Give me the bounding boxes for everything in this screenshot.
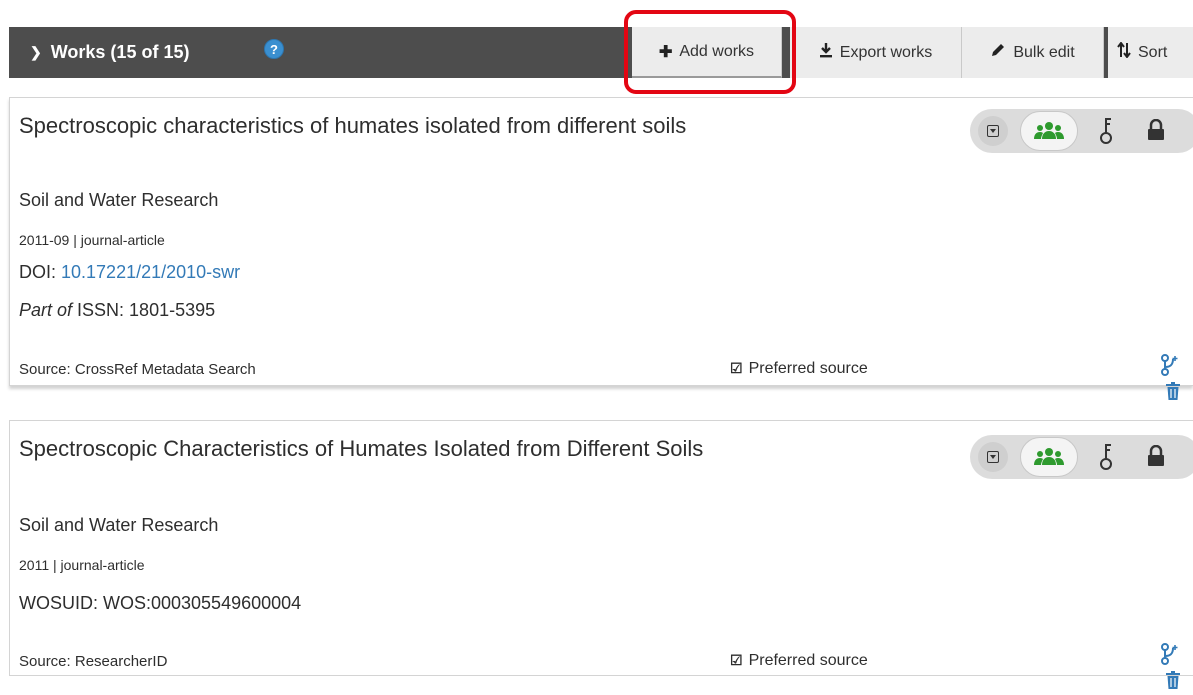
privacy-everyone-button[interactable]	[1020, 111, 1078, 151]
bulk-edit-label: Bulk edit	[1013, 43, 1075, 61]
works-title: Works (15 of 15)	[50, 42, 190, 62]
work-actions	[1160, 643, 1193, 695]
sort-arrows-icon	[1117, 41, 1131, 63]
journal-title: Soil and Water Research	[19, 190, 219, 210]
issn-value: ISSN: 1801-5395	[72, 300, 216, 320]
fork-icon[interactable]	[1160, 354, 1180, 381]
privacy-dropdown-button[interactable]	[978, 116, 1008, 146]
privacy-private-button[interactable]	[1147, 444, 1165, 472]
wosuid-label: WOSUID:	[19, 593, 103, 613]
doi-link[interactable]: 10.17221/21/2010-swr	[61, 262, 240, 282]
privacy-private-button[interactable]	[1147, 118, 1165, 146]
fork-icon[interactable]	[1160, 643, 1180, 670]
check-square-icon: ☑	[730, 652, 743, 668]
privacy-trusted-button[interactable]	[1098, 117, 1114, 150]
work-source: Source: ResearcherID	[19, 653, 168, 670]
key-icon	[1100, 118, 1112, 144]
add-works-label: Add works	[679, 42, 755, 60]
plus-icon: ✚	[658, 43, 673, 61]
bulk-edit-button[interactable]: Bulk edit	[962, 27, 1104, 78]
privacy-dropdown-button[interactable]	[978, 442, 1008, 472]
work-title[interactable]: Spectroscopic characteristics of humates…	[19, 110, 859, 142]
privacy-selector	[970, 109, 1193, 153]
privacy-everyone-button[interactable]	[1020, 437, 1078, 477]
group-icon	[1034, 448, 1064, 465]
privacy-selector	[970, 435, 1193, 479]
export-works-button[interactable]: Export works	[790, 27, 962, 78]
sort-button[interactable]: Sort	[1108, 27, 1193, 78]
work-card: Spectroscopic characteristics of humates…	[9, 97, 1193, 400]
works-header: ❯ Works (15 of 15) ? ✚ Add works Export …	[9, 27, 1193, 78]
work-issn: Part of ISSN: 1801-5395	[19, 300, 215, 321]
help-icon[interactable]: ?	[264, 39, 284, 59]
dropdown-arrow-icon	[987, 451, 999, 463]
preferred-label: Preferred source	[748, 652, 868, 669]
lock-icon	[1148, 118, 1164, 140]
work-meta: 2011 | journal-article	[19, 557, 145, 573]
privacy-trusted-button[interactable]	[1098, 443, 1114, 476]
work-title[interactable]: Spectroscopic Characteristics of Humates…	[19, 433, 859, 465]
chevron-down-icon: ❯	[30, 44, 42, 60]
journal-title: Soil and Water Research	[19, 515, 219, 535]
check-square-icon: ☑	[730, 360, 743, 376]
preferred-source: ☑ Preferred source	[730, 652, 868, 670]
key-icon	[1100, 444, 1112, 470]
preferred-label: Preferred source	[748, 360, 868, 377]
trash-icon[interactable]	[1166, 671, 1180, 693]
doi-label: DOI:	[19, 262, 62, 282]
lock-icon	[1148, 444, 1164, 466]
dropdown-arrow-icon	[987, 125, 999, 137]
work-actions	[1160, 354, 1193, 406]
wosuid-value: WOS:000305549600004	[103, 593, 302, 613]
add-works-button[interactable]: ✚ Add works	[632, 27, 782, 78]
work-wosuid: WOSUID: WOS:000305549600004	[19, 593, 301, 614]
work-card: Spectroscopic Characteristics of Humates…	[9, 420, 1193, 689]
work-meta: 2011-09 | journal-article	[19, 232, 165, 248]
work-source: Source: CrossRef Metadata Search	[19, 361, 256, 378]
sort-label: Sort	[1138, 43, 1168, 61]
trash-icon[interactable]	[1166, 382, 1180, 404]
preferred-source: ☑ Preferred source	[730, 360, 868, 378]
download-icon	[819, 42, 833, 63]
work-doi: DOI: 10.17221/21/2010-swr	[19, 262, 240, 283]
part-of-label: Part of	[19, 300, 73, 320]
export-works-label: Export works	[839, 43, 933, 61]
group-icon	[1034, 122, 1064, 139]
works-toggle[interactable]: ❯ Works (15 of 15)	[30, 27, 189, 78]
pencil-icon	[990, 42, 1006, 63]
